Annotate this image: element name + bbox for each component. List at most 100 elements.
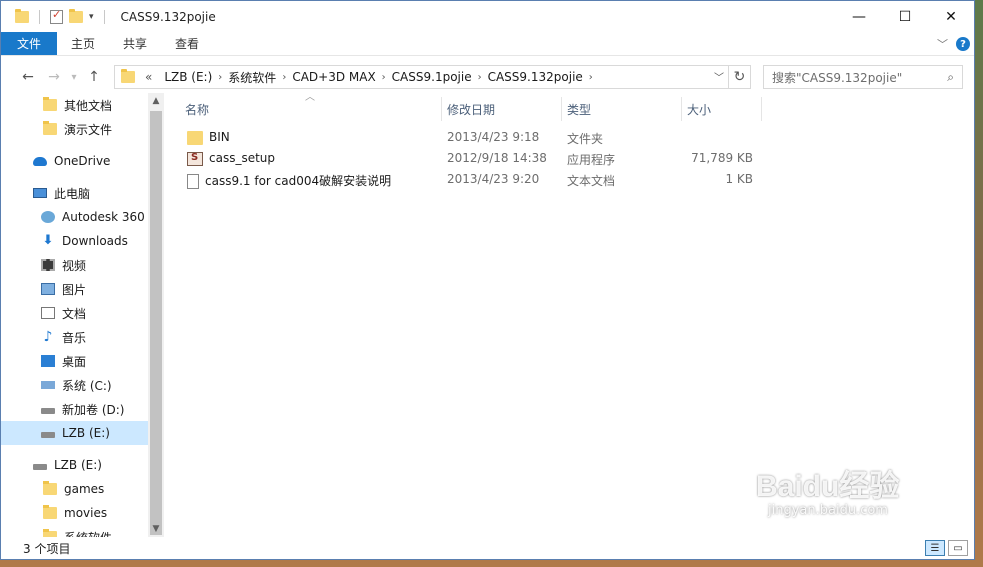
maximize-button[interactable]: ☐ <box>882 1 928 32</box>
sidebar-item-movies[interactable]: movies <box>1 501 148 525</box>
column-header-date[interactable]: 修改日期 <box>441 97 561 121</box>
back-arrow-icon[interactable]: ← <box>15 69 41 85</box>
customize-toolbar-icon[interactable]: ▾ <box>89 12 94 22</box>
sidebar-item-desktop[interactable]: 桌面 <box>1 349 148 373</box>
folder-icon <box>43 121 57 135</box>
breadcrumb-overflow[interactable]: « <box>145 70 152 84</box>
column-header-name[interactable]: 名称 <box>179 97 441 121</box>
column-header-size[interactable]: 大小 <box>681 97 761 121</box>
chevron-right-icon[interactable]: › <box>218 72 222 83</box>
text-file-icon <box>187 174 199 189</box>
sidebar-item-label: 视频 <box>62 258 87 273</box>
large-icons-view-icon[interactable]: ▭ <box>948 540 968 556</box>
item-count: 3 个项目 <box>23 541 71 556</box>
baidu-watermark: Baidu经验 jingyan.baidu.com <box>756 461 899 518</box>
column-header-type[interactable]: 类型 <box>561 97 681 121</box>
toolbar-divider <box>103 9 105 24</box>
chevron-right-icon[interactable]: › <box>282 72 286 83</box>
file-size: 1 KB <box>725 172 753 186</box>
sidebar-item-label: 其他文档 <box>64 98 113 113</box>
breadcrumb-item[interactable]: LZB (E:) <box>164 70 212 84</box>
sidebar-item-system-software[interactable]: 系统软件 <box>1 525 148 537</box>
application-icon <box>187 151 203 166</box>
sidebar-item-drive-c[interactable]: 系统 (C:) <box>1 373 148 397</box>
sidebar-item-other-docs[interactable]: 其他文档 <box>1 93 148 117</box>
sidebar-item-demo-files[interactable]: 演示文件 <box>1 117 148 141</box>
drive-icon <box>41 432 55 438</box>
sidebar-item-drive-e-root[interactable]: LZB (E:) <box>1 453 148 477</box>
sidebar-item-videos[interactable]: 视频 <box>1 253 148 277</box>
sidebar-item-pictures[interactable]: 图片 <box>1 277 148 301</box>
sidebar-item-label: OneDrive <box>54 154 111 168</box>
details-view-icon[interactable]: ☰ <box>925 540 945 556</box>
breadcrumb-item[interactable]: CASS9.1pojie <box>392 70 472 84</box>
chevron-down-icon[interactable]: ﹀ <box>937 36 948 52</box>
new-folder-icon[interactable] <box>69 8 83 23</box>
sidebar-item-label: Autodesk 360 <box>62 210 145 224</box>
sidebar-item-drive-e[interactable]: LZB (E:) <box>1 421 148 445</box>
file-row[interactable]: BIN 2013/4/23 9:18 文件夹 <box>181 127 761 148</box>
video-icon <box>41 259 55 271</box>
folder-icon <box>43 97 57 111</box>
tab-view[interactable]: 查看 <box>161 32 213 55</box>
forward-arrow-icon[interactable]: → <box>41 69 67 85</box>
search-icon[interactable]: ⌕ <box>947 70 954 85</box>
chevron-right-icon[interactable]: › <box>478 72 482 83</box>
sidebar-item-drive-d[interactable]: 新加卷 (D:) <box>1 397 148 421</box>
sidebar-item-label: 此电脑 <box>54 186 91 201</box>
file-name: cass9.1 for cad004破解安装说明 <box>205 174 392 188</box>
title-bar: ▾ CASS9.132pojie — ☐ ✕ <box>1 1 974 32</box>
navigation-bar: ← → ▾ ↑ « LZB (E:) › 系统软件 › CAD+3D MAX ›… <box>1 63 974 91</box>
sidebar-item-this-pc[interactable]: 此电脑 <box>1 181 148 205</box>
address-history-dropdown-icon[interactable]: ﹀ <box>714 69 724 84</box>
up-arrow-icon[interactable]: ↑ <box>81 69 107 85</box>
refresh-icon[interactable]: ↻ <box>728 66 750 88</box>
breadcrumb-item[interactable]: CASS9.132pojie <box>488 70 583 84</box>
file-row[interactable]: cass9.1 for cad004破解安装说明 2013/4/23 9:20 … <box>181 169 761 190</box>
folder-icon <box>187 130 203 145</box>
sidebar-item-label: 图片 <box>62 282 87 297</box>
chevron-right-icon[interactable]: › <box>589 72 593 83</box>
tab-home[interactable]: 主页 <box>57 32 109 55</box>
file-row[interactable]: cass_setup 2012/9/18 14:38 应用程序 71,789 K… <box>181 148 761 169</box>
view-toggle: ☰ ▭ <box>925 540 968 556</box>
watermark-url: jingyan.baidu.com <box>768 503 888 518</box>
minimize-button[interactable]: — <box>836 1 882 32</box>
watermark-brand: Baidu经验 <box>756 470 900 503</box>
tab-file[interactable]: 文件 <box>1 32 57 55</box>
computer-icon <box>33 188 47 198</box>
navpane-scrollbar[interactable]: ▲ ▼ <box>148 93 164 537</box>
sidebar-item-autodesk-360[interactable]: Autodesk 360 <box>1 205 148 229</box>
breadcrumb-item[interactable]: CAD+3D MAX <box>292 70 375 84</box>
sidebar-item-games[interactable]: games <box>1 477 148 501</box>
file-type: 文件夹 <box>567 132 604 146</box>
scroll-up-icon[interactable]: ▲ <box>148 93 164 109</box>
scroll-down-icon[interactable]: ▼ <box>148 521 164 537</box>
toolbar-divider <box>39 9 40 24</box>
search-input[interactable]: 搜索"CASS9.132pojie" ⌕ <box>763 65 963 89</box>
search-placeholder: 搜索"CASS9.132pojie" <box>772 70 903 85</box>
close-button[interactable]: ✕ <box>928 1 974 32</box>
address-bar[interactable]: « LZB (E:) › 系统软件 › CAD+3D MAX › CASS9.1… <box>114 65 751 89</box>
sidebar-item-documents[interactable]: 文档 <box>1 301 148 325</box>
explorer-window: ▾ CASS9.132pojie — ☐ ✕ 文件 主页 共享 查看 ﹀ ? ←… <box>0 0 975 560</box>
recent-dropdown-icon[interactable]: ▾ <box>67 72 81 83</box>
sidebar-item-onedrive[interactable]: OneDrive <box>1 149 148 173</box>
column-divider[interactable] <box>761 97 762 121</box>
scrollbar-thumb[interactable] <box>150 111 162 535</box>
file-type: 文本文档 <box>567 174 616 188</box>
help-icon[interactable]: ? <box>956 37 970 51</box>
file-name: BIN <box>209 130 230 144</box>
breadcrumb-item[interactable]: 系统软件 <box>228 69 276 86</box>
file-name-cell: cass_setup <box>187 151 275 166</box>
folder-icon <box>43 505 57 519</box>
quick-access-toolbar: ▾ <box>1 8 109 24</box>
tab-share[interactable]: 共享 <box>109 32 161 55</box>
sidebar-item-music[interactable]: ♪ 音乐 <box>1 325 148 349</box>
sidebar-item-downloads[interactable]: ⬇ Downloads <box>1 229 148 253</box>
properties-icon[interactable] <box>50 8 63 24</box>
chevron-right-icon[interactable]: › <box>382 72 386 83</box>
sidebar-item-label: 音乐 <box>62 330 87 345</box>
picture-icon <box>41 283 55 295</box>
sidebar-item-label: 新加卷 (D:) <box>62 402 125 417</box>
